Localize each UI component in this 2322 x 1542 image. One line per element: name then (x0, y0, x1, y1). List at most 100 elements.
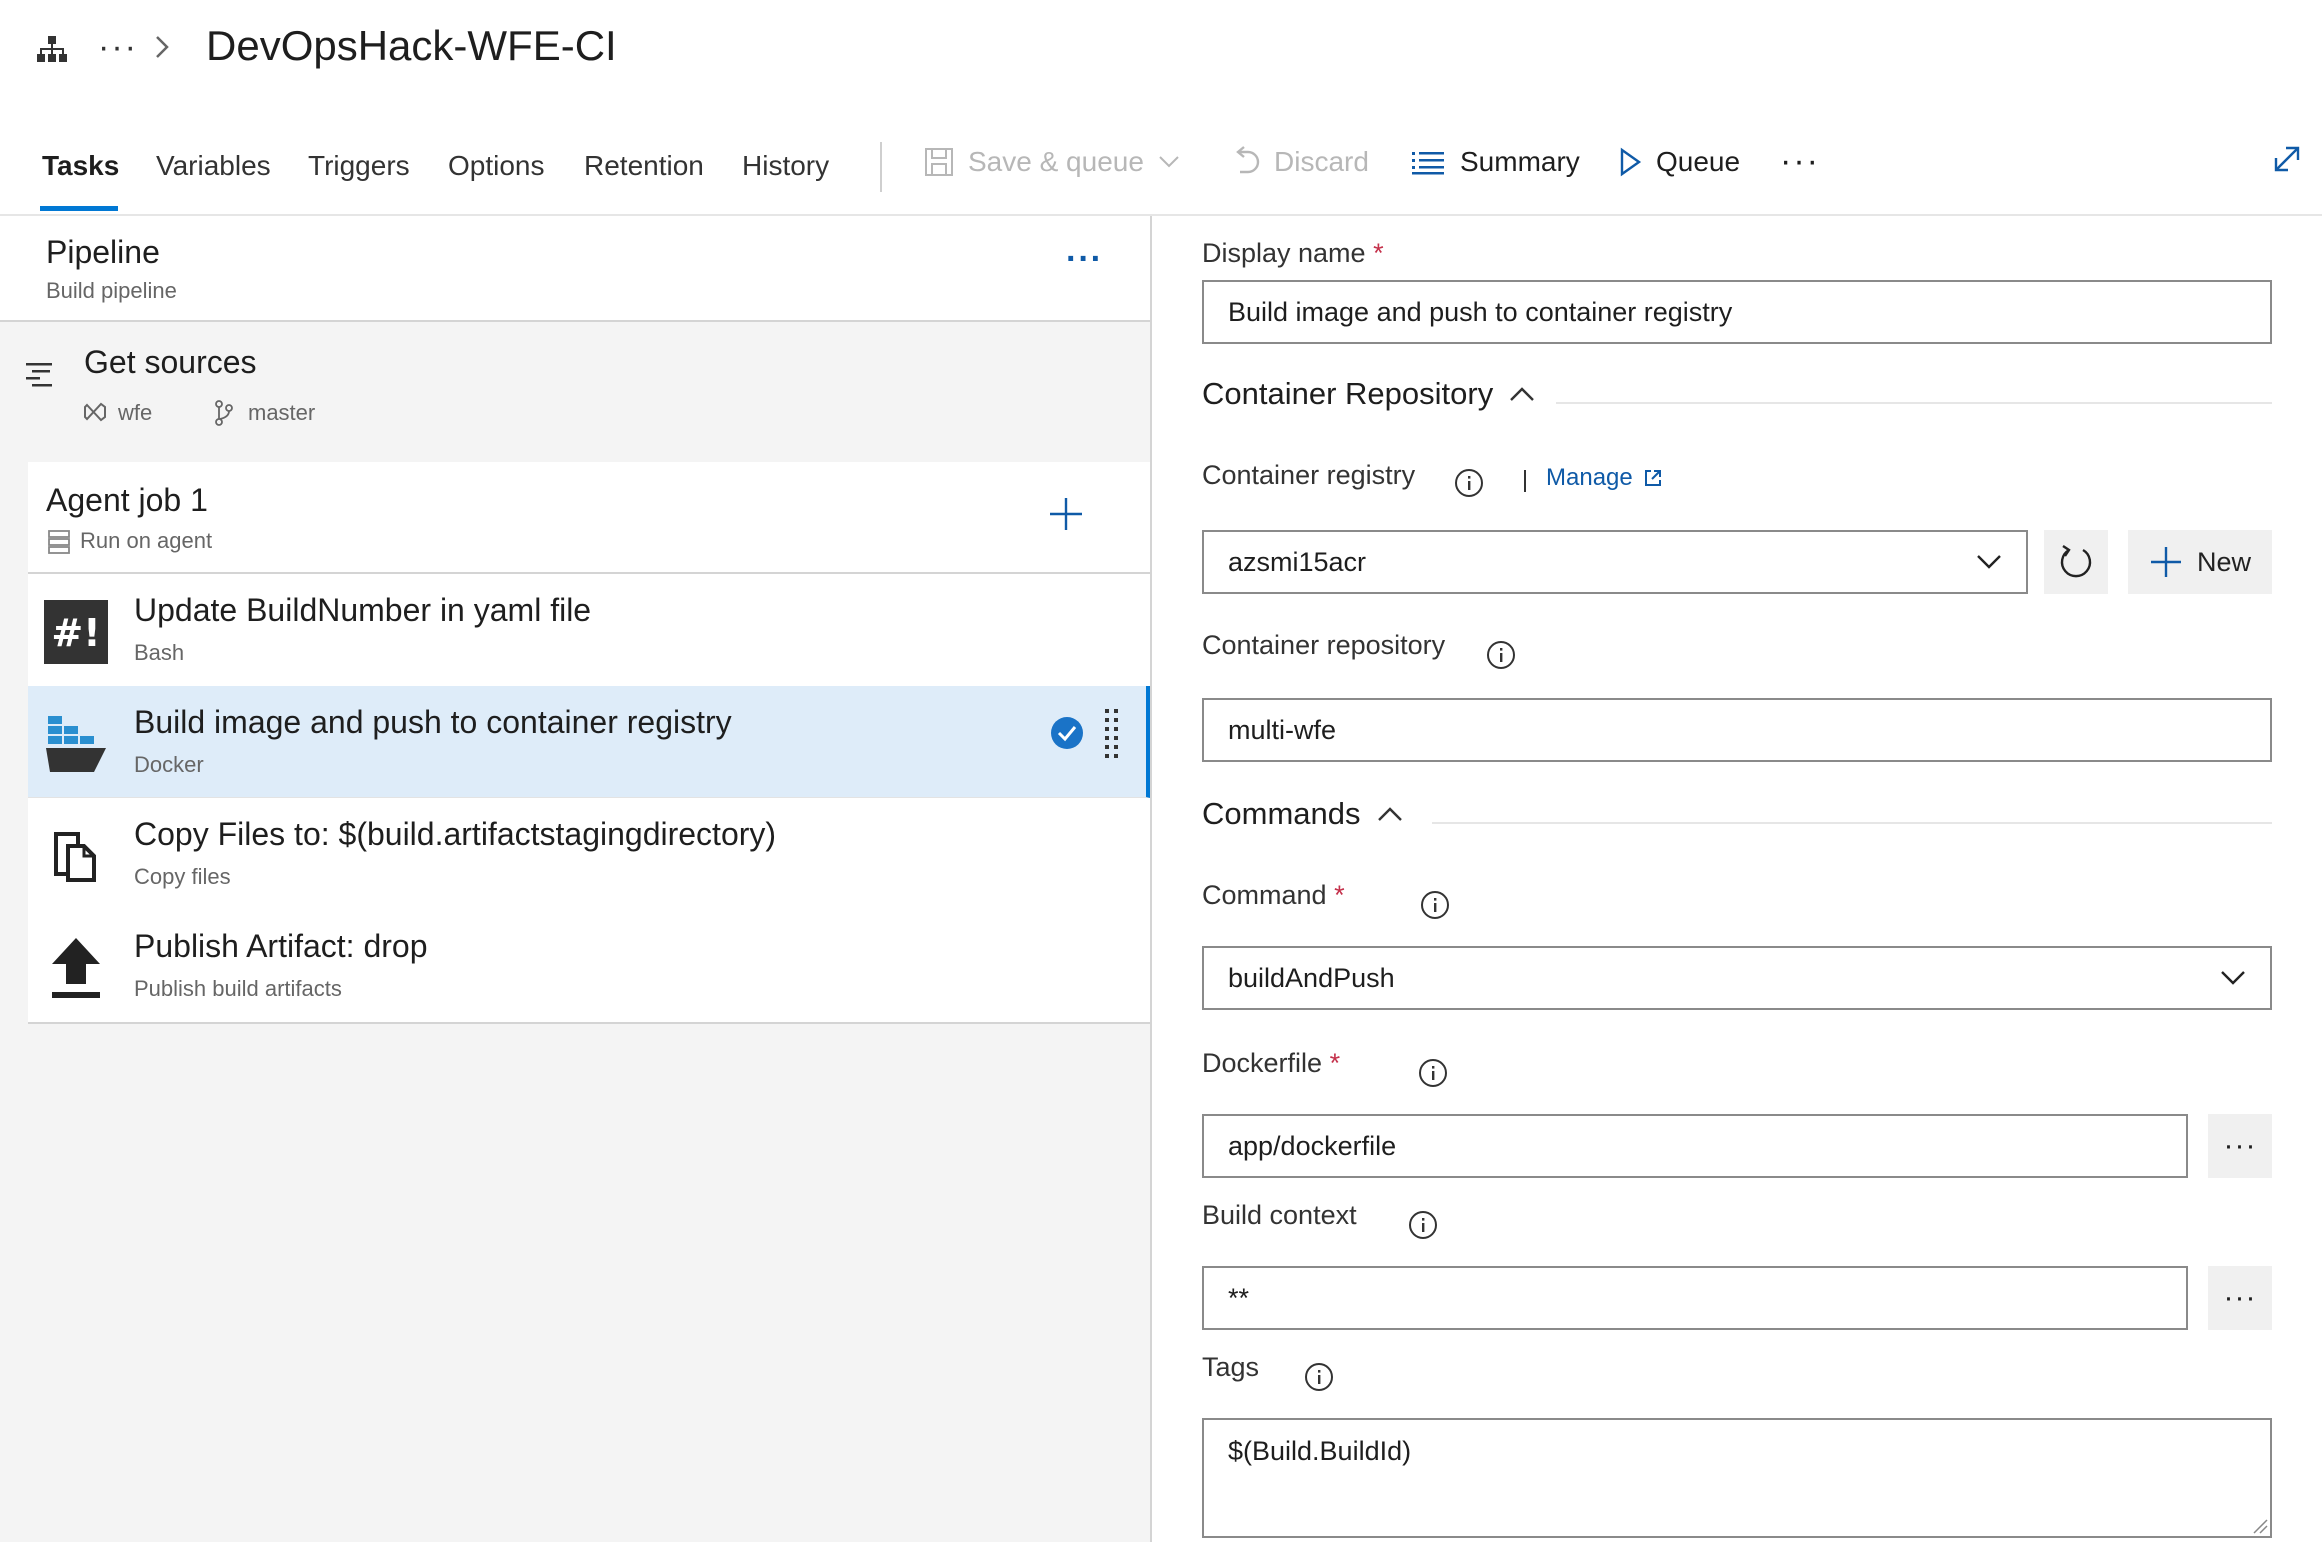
pipeline-header[interactable]: Pipeline Build pipeline ··· (0, 216, 1150, 322)
task-subtitle: Publish build artifacts (134, 976, 342, 1001)
command-select[interactable]: buildAndPush (1202, 946, 2272, 1010)
task-row-docker[interactable]: Build image and push to container regist… (28, 686, 1150, 798)
agent-job-title: Agent job 1 (46, 482, 208, 518)
task-subtitle: Bash (134, 640, 185, 665)
task-title: Update BuildNumber in yaml file (134, 592, 592, 628)
header-bar: ··· DevOpsHack-WFE-CI (0, 0, 2322, 100)
tags-textarea[interactable]: $(Build.BuildId) (1202, 1418, 2272, 1538)
chevron-down-icon (2221, 971, 2245, 985)
toolbar-divider (880, 142, 882, 192)
get-sources-icon (26, 363, 52, 387)
task-title: Build image and push to container regist… (134, 704, 732, 740)
pipeline-title: Pipeline (46, 234, 160, 270)
tab-toolbar: Tasks Variables Triggers Options Retenti… (0, 130, 2322, 216)
info-icon[interactable] (1486, 640, 1516, 670)
dockerfile-browse-button[interactable]: ··· (2208, 1114, 2272, 1178)
section-divider (1432, 822, 2272, 824)
build-context-browse-button[interactable]: ··· (2208, 1266, 2272, 1330)
docker-icon (46, 716, 106, 772)
commands-heading: Commands (1202, 796, 1361, 831)
drag-handle-icon[interactable] (1104, 708, 1120, 766)
link-separator (1524, 470, 1526, 492)
server-icon (48, 530, 70, 554)
copy-files-icon (54, 832, 96, 882)
checkmark-icon (1051, 717, 1083, 749)
save-queue-label: Save & queue (968, 146, 1144, 177)
container-repository-section-toggle[interactable]: Container Repository (1202, 376, 1535, 412)
task-row-bash[interactable]: #! Update BuildNumber in yaml file Bash (28, 574, 1150, 687)
required-marker: * (1329, 1048, 1341, 1078)
tab-history[interactable]: History (742, 150, 829, 182)
repo-name: wfe (118, 400, 153, 425)
info-icon[interactable] (1454, 468, 1484, 498)
required-marker: * (1334, 880, 1345, 910)
refresh-button[interactable] (2044, 530, 2108, 594)
task-title: Copy Files to: $(build.artifactstagingdi… (134, 816, 777, 852)
tab-options[interactable]: Options (448, 150, 545, 182)
required-marker: * (1373, 238, 1384, 268)
chevron-up-icon (1377, 807, 1402, 821)
save-queue-button[interactable]: Save & queue (924, 146, 1180, 178)
expand-icon[interactable] (2272, 144, 2302, 174)
page-title: DevOpsHack-WFE-CI (206, 22, 617, 69)
new-button-label: New (2196, 546, 2251, 577)
pipeline-subtitle: Build pipeline (46, 278, 177, 303)
summary-button[interactable]: Summary (1410, 146, 1580, 178)
breadcrumb-more-button[interactable]: ··· (98, 28, 138, 67)
container-registry-value: azsmi15acr (1228, 546, 1367, 577)
container-repository-label: Container repository (1202, 630, 1446, 660)
chevron-down-icon (1159, 156, 1179, 168)
info-icon[interactable] (1408, 1210, 1438, 1240)
agent-job-header[interactable]: Agent job 1 Run on agent (28, 462, 1150, 574)
queue-label: Queue (1656, 146, 1741, 177)
container-repository-input[interactable]: multi-wfe (1202, 698, 2272, 762)
chevron-down-icon (1977, 555, 2001, 569)
discard-button[interactable]: Discard (1230, 146, 1369, 178)
new-registry-button[interactable]: New (2128, 530, 2272, 594)
pipeline-menu-button[interactable]: ··· (1066, 240, 1103, 279)
task-row-publish-artifact[interactable]: Publish Artifact: drop Publish build art… (28, 910, 1150, 1024)
get-sources-row[interactable]: Get sources wfe master (0, 322, 1150, 472)
queue-button[interactable]: Queue (1618, 146, 1740, 178)
manage-link[interactable]: Manage (1546, 464, 1663, 492)
add-task-icon[interactable] (1048, 496, 1084, 532)
task-list-pane: Pipeline Build pipeline ··· Get sources … (0, 216, 1150, 1542)
command-value: buildAndPush (1228, 962, 1395, 993)
branch-name: master (248, 400, 316, 425)
toolbar-more-button[interactable]: ··· (1780, 142, 1820, 181)
tab-tasks[interactable]: Tasks (42, 150, 119, 182)
play-icon (1620, 147, 1642, 177)
save-icon (925, 148, 953, 176)
tab-variables[interactable]: Variables (156, 150, 271, 182)
info-icon[interactable] (1418, 1058, 1448, 1088)
info-icon[interactable] (1304, 1362, 1334, 1392)
list-icon (1412, 152, 1444, 175)
publish-artifact-icon (52, 938, 100, 998)
dockerfile-input[interactable]: app/dockerfile (1202, 1114, 2188, 1178)
container-registry-select[interactable]: azsmi15acr (1202, 530, 2028, 594)
chevron-up-icon (1510, 387, 1535, 401)
resize-grip-icon[interactable] (2252, 1518, 2268, 1534)
build-context-label: Build context (1202, 1200, 1357, 1230)
chevron-right-icon (156, 36, 169, 58)
pipeline-icon[interactable] (36, 34, 68, 64)
plus-icon (2150, 547, 2181, 577)
build-context-input[interactable]: ** (1202, 1266, 2188, 1330)
refresh-icon (2060, 545, 2092, 578)
container-registry-label: Container registry (1202, 460, 1416, 490)
container-repository-heading: Container Repository (1202, 376, 1494, 411)
tab-retention[interactable]: Retention (584, 150, 704, 182)
info-icon[interactable] (1420, 890, 1450, 920)
task-subtitle: Copy files (134, 864, 231, 889)
discard-label: Discard (1274, 146, 1369, 177)
undo-icon (1236, 146, 1260, 174)
bash-icon: #! (44, 600, 108, 664)
section-divider (1556, 402, 2272, 404)
agent-job-subtitle: Run on agent (80, 528, 213, 553)
task-row-copy-files[interactable]: Copy Files to: $(build.artifactstagingdi… (28, 798, 1150, 911)
branch-icon (215, 400, 233, 426)
display-name-input[interactable]: Build image and push to container regist… (1202, 280, 2272, 344)
commands-section-toggle[interactable]: Commands (1202, 796, 1403, 832)
get-sources-title: Get sources (84, 344, 257, 380)
tab-triggers[interactable]: Triggers (308, 150, 410, 182)
